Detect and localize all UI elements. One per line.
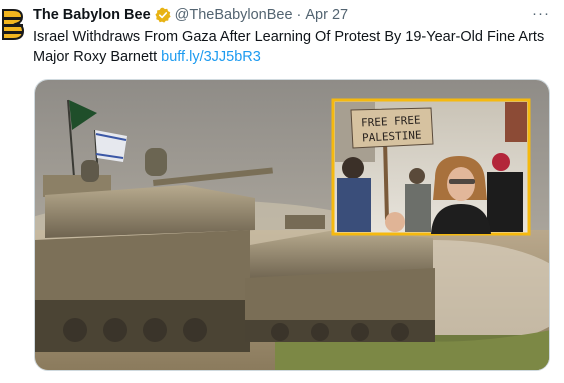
more-options-icon[interactable]: ···: [532, 4, 550, 22]
tweet-header: The Babylon Bee @TheBabylonBee · Apr 27: [33, 6, 348, 24]
verified-badge-icon: [155, 7, 171, 23]
babylon-bee-logo-icon: [2, 9, 25, 40]
tweet-text: Israel Withdraws From Gaza After Learnin…: [33, 27, 553, 67]
tweet-link[interactable]: buff.ly/3JJ5bR3: [161, 49, 261, 65]
author-handle[interactable]: @TheBabylonBee: [175, 7, 293, 23]
protest-inset-image: FREE FREE PALESTINE: [331, 98, 531, 236]
avatar[interactable]: [0, 6, 25, 42]
tweet-media-image[interactable]: FREE FREE PALESTINE: [34, 79, 550, 371]
tweet-date[interactable]: Apr 27: [305, 7, 348, 23]
author-name[interactable]: The Babylon Bee: [33, 7, 151, 23]
tweet[interactable]: The Babylon Bee @TheBabylonBee · Apr 27 …: [0, 0, 564, 383]
header-separator: ·: [296, 7, 302, 23]
tweet-body: Israel Withdraws From Gaza After Learnin…: [33, 29, 545, 65]
